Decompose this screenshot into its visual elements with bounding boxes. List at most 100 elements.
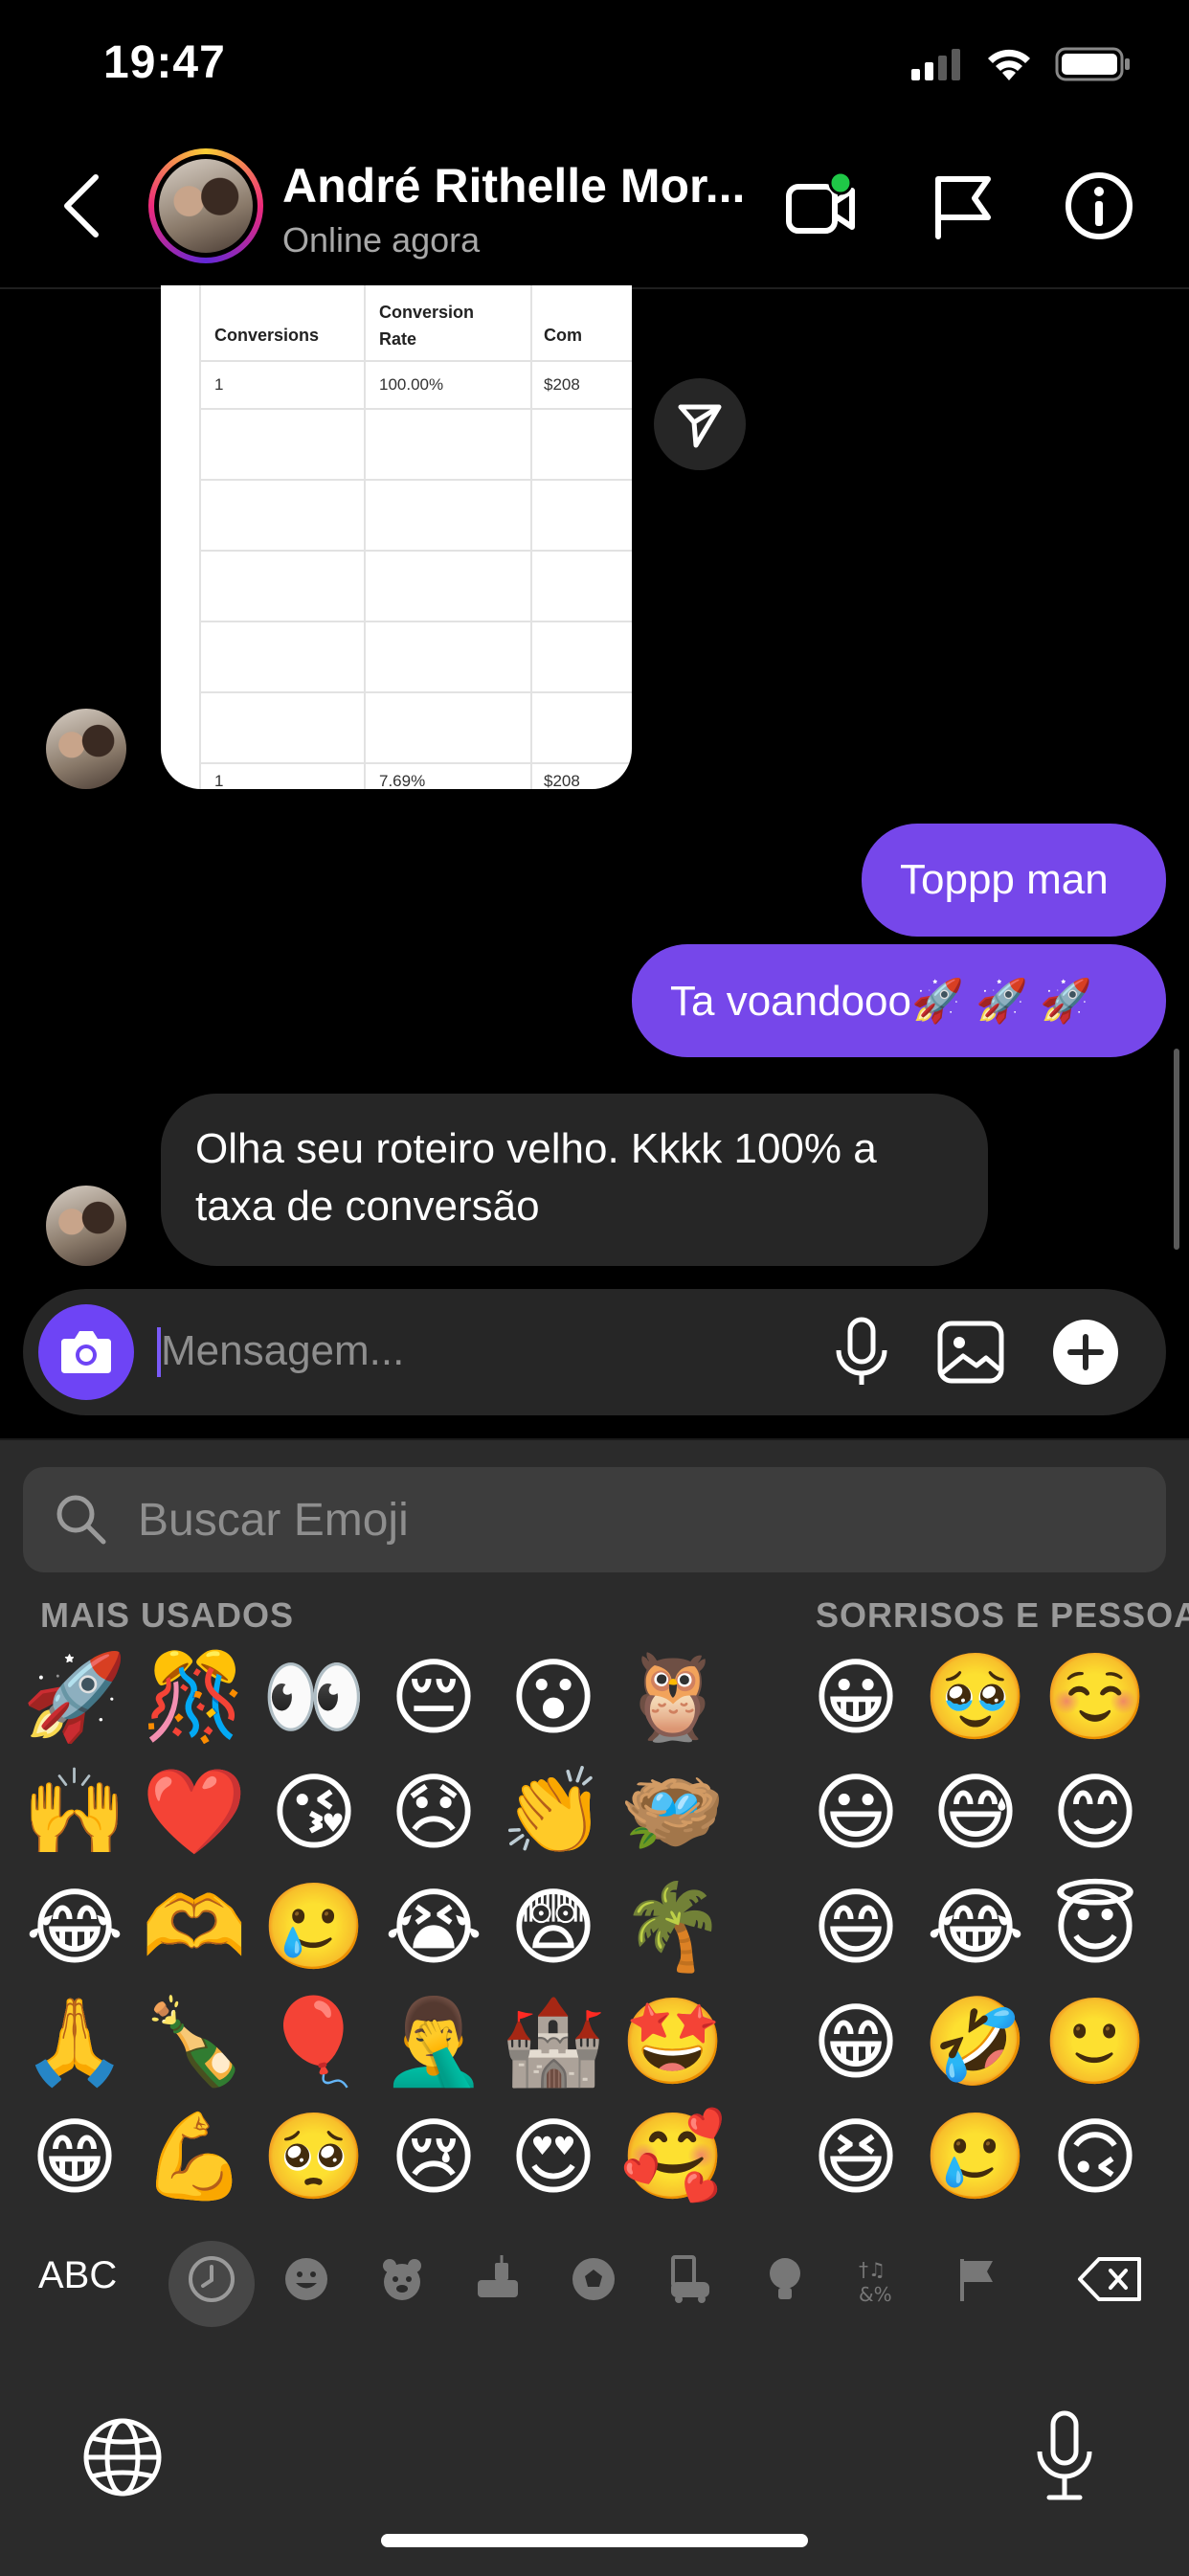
camera-icon	[61, 1331, 111, 1373]
video-call-icon[interactable]	[783, 168, 860, 244]
emoji-key[interactable]: 😇	[1038, 1869, 1153, 1984]
emoji-key[interactable]: 🙂	[1038, 1984, 1153, 2099]
emoji-key[interactable]: 🥹	[918, 1639, 1033, 1754]
microphone-icon[interactable]	[823, 1314, 900, 1390]
emoji-key[interactable]: 🚀	[17, 1639, 132, 1754]
emoji-key[interactable]: 🤩	[616, 1984, 730, 2099]
svg-text:†♫: †♫	[859, 2258, 886, 2281]
outgoing-message[interactable]: Toppp man	[862, 824, 1166, 937]
emoji-key[interactable]: 😁	[798, 1984, 913, 2099]
incoming-message[interactable]: Olha seu roteiro velho. Kkkk 100% a taxa…	[161, 1094, 988, 1266]
emoji-search-input[interactable]	[138, 1486, 999, 1553]
table-cell: 1	[214, 375, 224, 394]
emoji-key[interactable]: 😢	[376, 2099, 491, 2214]
message-input[interactable]	[161, 1318, 774, 1385]
status-time: 19:47	[103, 37, 226, 88]
emoji-key[interactable]: 🦉	[616, 1639, 730, 1754]
emoji-key[interactable]: 😆	[798, 2099, 913, 2214]
table-cell: 7.69%	[379, 772, 426, 789]
emoji-key[interactable]: 😔	[376, 1639, 491, 1754]
emoji-key[interactable]: 🙏	[17, 1984, 132, 2099]
svg-text:&%: &%	[859, 2283, 892, 2305]
emoji-key[interactable]: 😘	[257, 1754, 371, 1869]
contact-avatar[interactable]	[148, 148, 263, 263]
emoji-key[interactable]: 🥺	[257, 2099, 371, 2214]
camera-button[interactable]	[38, 1304, 134, 1400]
emoji-key[interactable]: 🙌	[17, 1754, 132, 1869]
emoji-key[interactable]: 🥰	[616, 2099, 730, 2214]
section-frequent-label: MAIS USADOS	[40, 1595, 295, 1635]
dictation-microphone-icon[interactable]	[1030, 2409, 1099, 2505]
emoji-key[interactable]: 😄	[798, 1869, 913, 1984]
emoji-key[interactable]: 😂	[17, 1869, 132, 1984]
abc-key[interactable]: ABC	[38, 2254, 117, 2297]
emoji-key[interactable]: 😮	[496, 1639, 611, 1754]
animals-category-icon[interactable]	[371, 2248, 433, 2310]
info-icon[interactable]	[1061, 168, 1137, 244]
emoji-key[interactable]: 🏰	[496, 1984, 611, 2099]
globe-icon[interactable]	[80, 2415, 165, 2499]
emoji-key[interactable]: 🍾	[137, 1984, 252, 2099]
section-smileys-label: SORRISOS E PESSOAS	[816, 1595, 1189, 1635]
emoji-key[interactable]: 👀	[257, 1639, 371, 1754]
battery-icon	[1055, 47, 1130, 81]
travel-category-icon[interactable]	[659, 2248, 720, 2310]
clock-icon[interactable]	[181, 2248, 242, 2310]
emoji-key[interactable]: 🌴	[616, 1869, 730, 1984]
gallery-icon[interactable]	[932, 1314, 1009, 1390]
outgoing-message[interactable]: Ta voandooo🚀 🚀 🚀	[632, 944, 1166, 1057]
objects-category-icon[interactable]	[754, 2248, 816, 2310]
back-arrow-icon[interactable]	[54, 168, 111, 244]
delete-backspace-icon[interactable]	[1072, 2248, 1149, 2310]
emoji-key[interactable]: 🤣	[918, 1984, 1033, 2099]
sender-avatar[interactable]	[46, 1186, 126, 1266]
chat-scrollbar[interactable]	[1174, 1049, 1179, 1250]
emoji-key[interactable]: 😁	[17, 2099, 132, 2214]
table-cell: $208	[544, 375, 580, 394]
emoji-key[interactable]: 😅	[918, 1754, 1033, 1869]
table-header: Com	[544, 326, 582, 345]
emoji-key[interactable]: 🫶	[137, 1869, 252, 1984]
food-category-icon[interactable]	[467, 2248, 528, 2310]
report-flag-icon[interactable]	[925, 168, 1001, 244]
flags-category-icon[interactable]	[946, 2248, 1007, 2310]
emoji-key[interactable]: 😀	[798, 1639, 913, 1754]
contact-status: Online agora	[282, 220, 481, 260]
activity-category-icon[interactable]	[563, 2248, 624, 2310]
emoji-key[interactable]: 😭	[376, 1869, 491, 1984]
emoji-key[interactable]: 🥲	[257, 1869, 371, 1984]
symbols-category-icon[interactable]: †♫ &%	[850, 2248, 911, 2310]
contact-name[interactable]: André Rithelle Mor...	[282, 158, 745, 214]
emoji-key[interactable]: 🥲	[918, 2099, 1033, 2214]
emoji-key[interactable]: 😂	[918, 1869, 1033, 1984]
emoji-key[interactable]: 🪺	[616, 1754, 730, 1869]
avatar-photo	[159, 159, 253, 253]
shared-image-message[interactable]: Conversions Conversion Rate Com 1 100.00…	[161, 285, 632, 789]
emoji-key[interactable]: 😨	[496, 1869, 611, 1984]
emoji-key[interactable]: 😍	[496, 2099, 611, 2214]
search-icon	[56, 1495, 106, 1545]
table-header: Conversion Rate	[379, 303, 475, 349]
emoji-key[interactable]: ☺️	[1038, 1639, 1153, 1754]
send-arrow-icon	[678, 404, 722, 448]
emoji-key[interactable]: 🎈	[257, 1984, 371, 2099]
status-icons	[909, 46, 1132, 82]
cellular-signal-icon	[911, 49, 960, 80]
emoji-key[interactable]: 😞	[376, 1754, 491, 1869]
spreadsheet-preview: Conversions Conversion Rate Com 1 100.00…	[199, 285, 632, 789]
emoji-key[interactable]: 🎊	[137, 1639, 252, 1754]
emoji-key[interactable]: ❤️	[137, 1754, 252, 1869]
sender-avatar[interactable]	[46, 709, 126, 789]
table-cell: $208	[544, 772, 580, 789]
table-header: Conversions	[214, 326, 320, 345]
emoji-key[interactable]: 😃	[798, 1754, 913, 1869]
emoji-key[interactable]: 👏	[496, 1754, 611, 1869]
emoji-key[interactable]: 🤦‍♂️	[376, 1984, 491, 2099]
emoji-key[interactable]: 😊	[1038, 1754, 1153, 1869]
home-indicator[interactable]	[381, 2534, 808, 2547]
smiley-category-icon[interactable]	[276, 2248, 337, 2310]
add-plus-icon[interactable]	[1047, 1314, 1124, 1390]
share-button[interactable]	[654, 378, 746, 470]
emoji-key[interactable]: 🙃	[1038, 2099, 1153, 2214]
emoji-key[interactable]: 💪	[137, 2099, 252, 2214]
